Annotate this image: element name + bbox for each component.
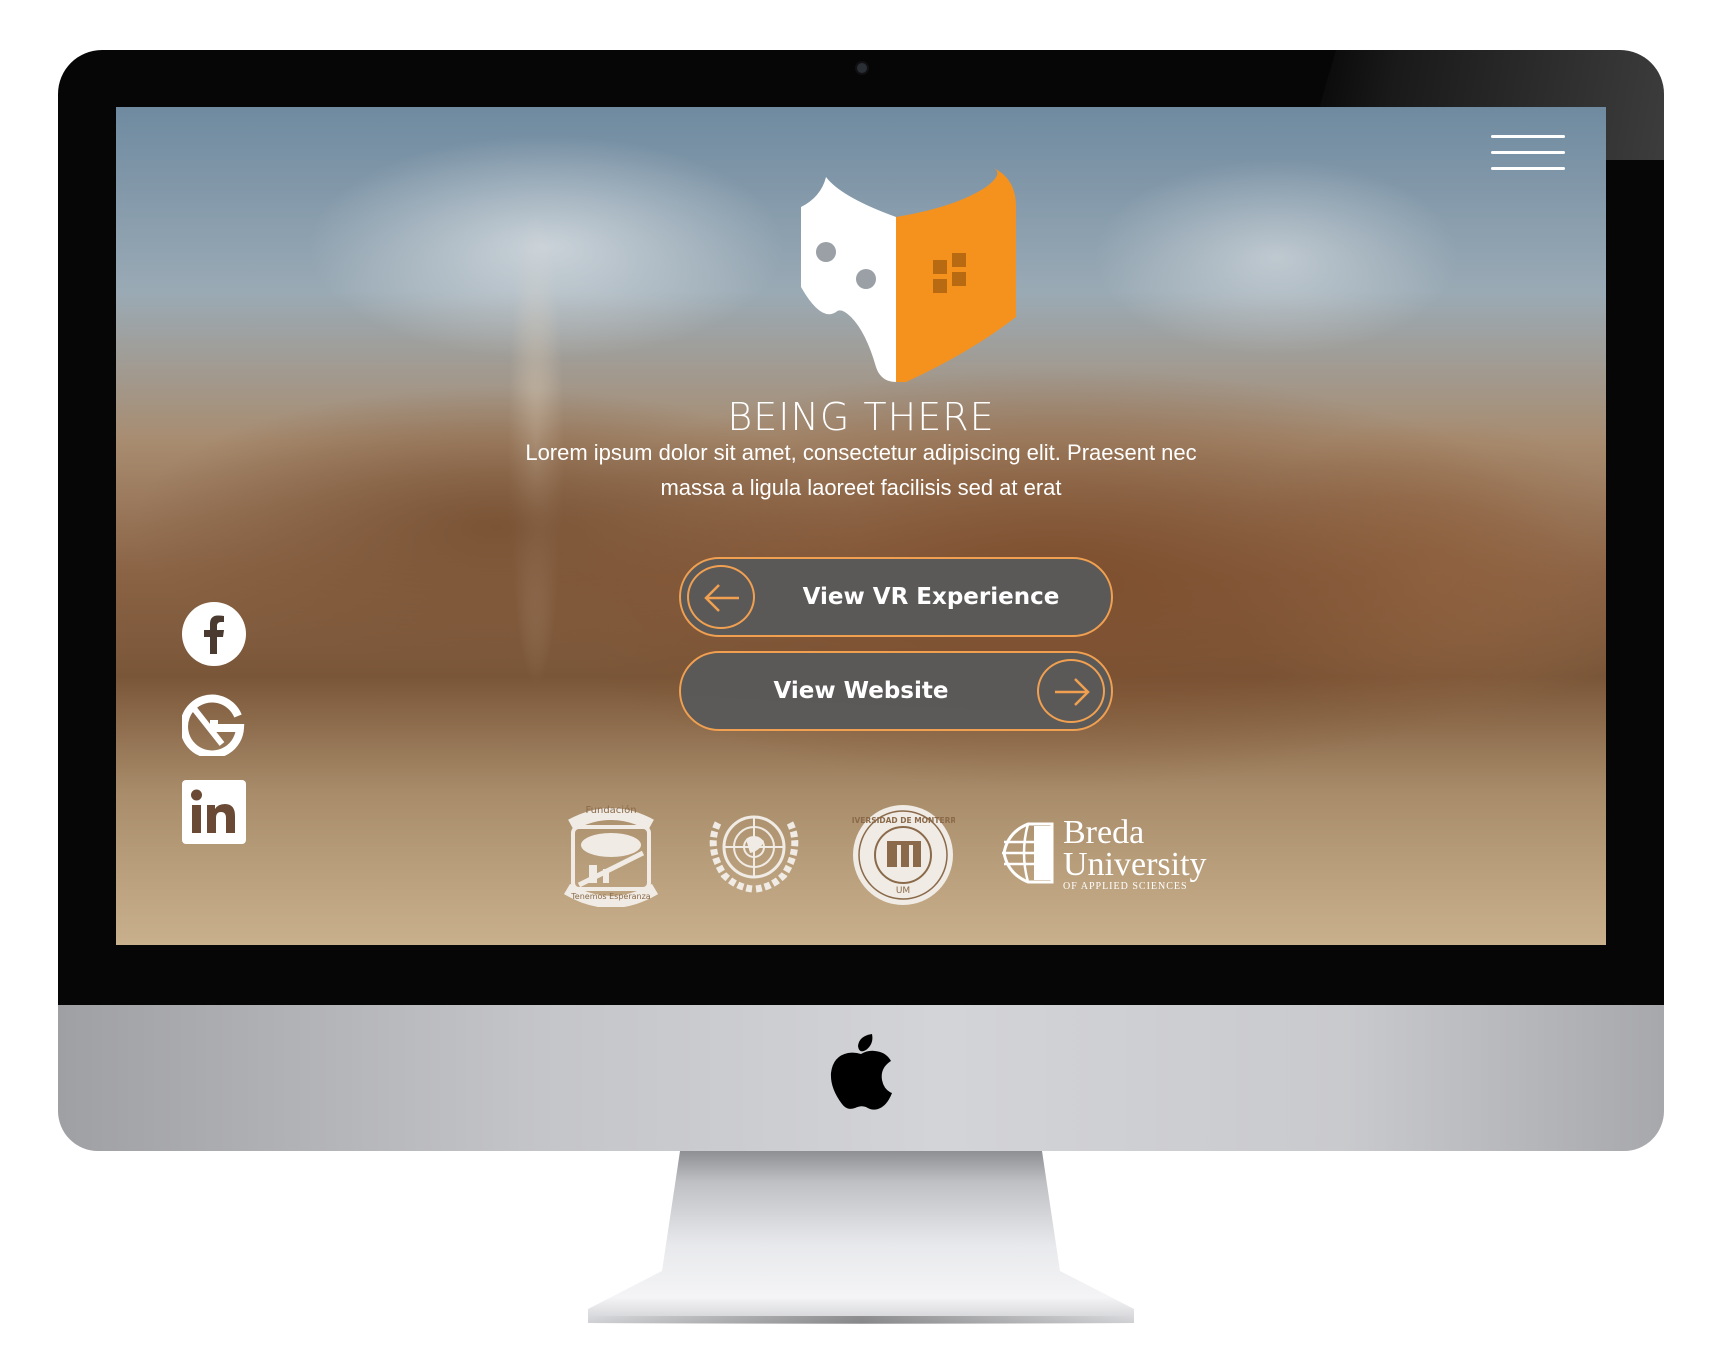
breda-line-3: OF APPLIED SCIENCES	[1063, 881, 1188, 892]
website-screen: BEING THERE Lorem ipsum dolor sit amet, …	[116, 107, 1606, 945]
arrow-left-icon	[687, 565, 755, 629]
vr-headset-house-logo	[801, 167, 1016, 382]
breda-university-logo: Breda University OF APPLIED SCIENCES	[998, 816, 1207, 892]
stand-shadow	[588, 1316, 1134, 1324]
view-vr-experience-label: View VR Experience	[802, 584, 1060, 610]
united-nations-emblem	[709, 815, 799, 893]
fundacion-seal-logo: Fundación Tenemos Esperanza	[563, 804, 659, 907]
brand-title: BEING THERE	[727, 395, 995, 439]
tagline-line-1: Lorem ipsum dolor sit amet, consectetur …	[525, 440, 1197, 465]
monitor-stand	[588, 1151, 1134, 1323]
linkedin-icon[interactable]	[182, 780, 246, 844]
breda-globe-icon	[1002, 822, 1054, 884]
arrow-right-icon	[1037, 659, 1105, 723]
google-icon[interactable]	[182, 692, 246, 756]
view-website-label: View Website	[773, 678, 949, 704]
fundacion-text-top: Fundación	[585, 804, 636, 816]
universidad-de-monterrey-seal: UNIVERSIDAD DE MONTERREY UM	[851, 805, 955, 905]
breda-line-2: University	[1063, 846, 1207, 883]
udem-text-top: UNIVERSIDAD DE MONTERREY	[851, 816, 955, 825]
breda-text: Breda University OF APPLIED SCIENCES	[1063, 816, 1263, 894]
apple-logo-icon	[830, 1034, 892, 1110]
view-vr-experience-button[interactable]: View VR Experience	[679, 557, 1113, 637]
tagline: Lorem ipsum dolor sit amet, consectetur …	[511, 435, 1211, 505]
fundacion-text-bottom: Tenemos Esperanza	[570, 892, 651, 901]
view-website-button[interactable]: View Website	[679, 651, 1113, 731]
breda-line-1: Breda	[1063, 814, 1145, 851]
tagline-line-2: massa a ligula laoreet facilisis sed at …	[660, 475, 1062, 500]
hamburger-menu-icon[interactable]	[1491, 135, 1565, 177]
udem-monogram: UM	[896, 886, 910, 896]
camera-icon	[857, 63, 867, 73]
facebook-icon[interactable]	[182, 602, 246, 666]
